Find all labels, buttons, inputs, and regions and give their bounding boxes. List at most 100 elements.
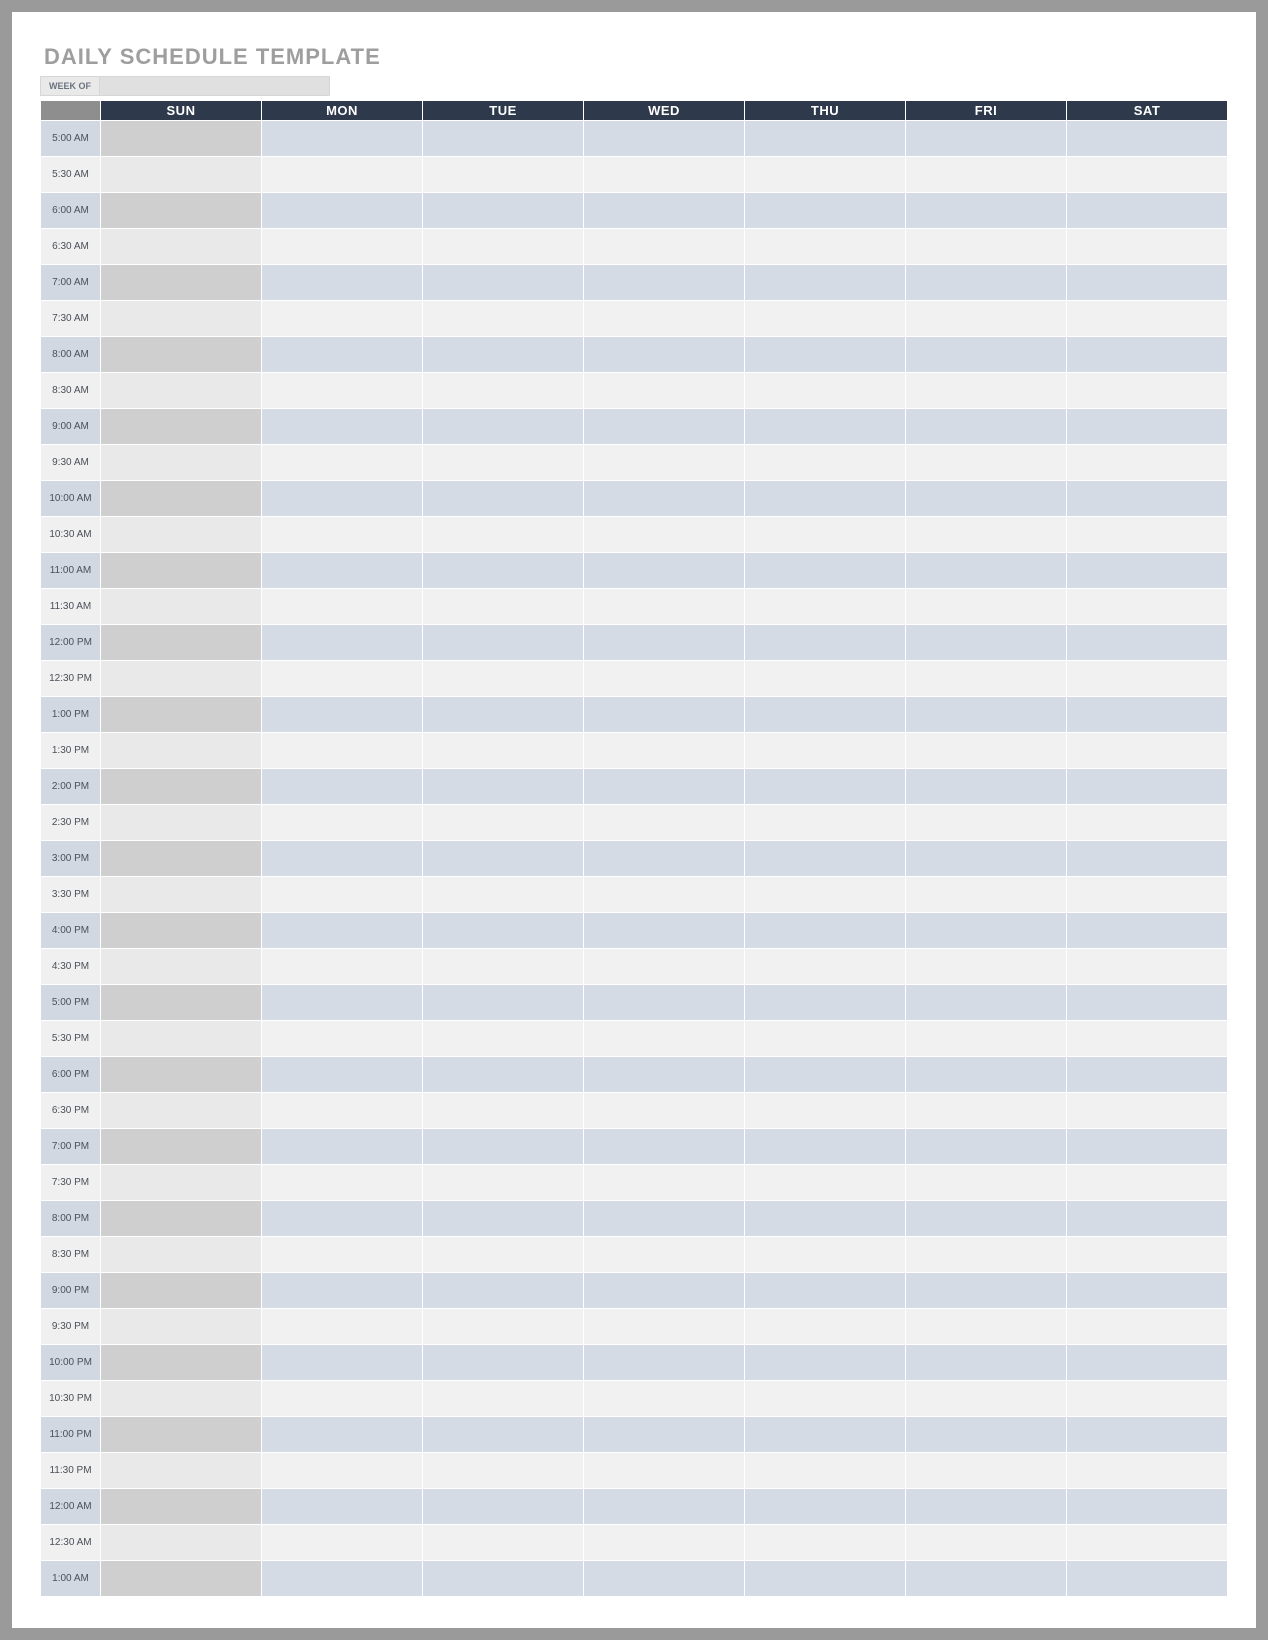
schedule-cell[interactable] [423, 1417, 584, 1453]
schedule-cell[interactable] [906, 1129, 1067, 1165]
schedule-cell[interactable] [423, 769, 584, 805]
schedule-cell[interactable] [101, 1525, 262, 1561]
schedule-cell[interactable] [745, 841, 906, 877]
schedule-cell[interactable] [584, 769, 745, 805]
schedule-cell[interactable] [745, 301, 906, 337]
schedule-cell[interactable] [584, 625, 745, 661]
schedule-cell[interactable] [423, 1057, 584, 1093]
schedule-cell[interactable] [584, 373, 745, 409]
schedule-cell[interactable] [423, 1489, 584, 1525]
schedule-cell[interactable] [906, 1093, 1067, 1129]
schedule-cell[interactable] [584, 697, 745, 733]
schedule-cell[interactable] [906, 625, 1067, 661]
schedule-cell[interactable] [262, 409, 423, 445]
schedule-cell[interactable] [1067, 1345, 1228, 1381]
schedule-cell[interactable] [745, 985, 906, 1021]
schedule-cell[interactable] [1067, 1057, 1228, 1093]
schedule-cell[interactable] [101, 733, 262, 769]
schedule-cell[interactable] [1067, 337, 1228, 373]
schedule-cell[interactable] [745, 373, 906, 409]
schedule-cell[interactable] [262, 697, 423, 733]
schedule-cell[interactable] [423, 697, 584, 733]
schedule-cell[interactable] [906, 1057, 1067, 1093]
schedule-cell[interactable] [423, 913, 584, 949]
schedule-cell[interactable] [101, 949, 262, 985]
schedule-cell[interactable] [262, 553, 423, 589]
schedule-cell[interactable] [262, 229, 423, 265]
schedule-cell[interactable] [423, 1021, 584, 1057]
schedule-cell[interactable] [906, 445, 1067, 481]
schedule-cell[interactable] [1067, 1561, 1228, 1597]
schedule-cell[interactable] [262, 1201, 423, 1237]
schedule-cell[interactable] [101, 481, 262, 517]
schedule-cell[interactable] [262, 1309, 423, 1345]
schedule-cell[interactable] [423, 1561, 584, 1597]
schedule-cell[interactable] [423, 877, 584, 913]
schedule-cell[interactable] [745, 1489, 906, 1525]
schedule-cell[interactable] [745, 1453, 906, 1489]
schedule-cell[interactable] [906, 337, 1067, 373]
schedule-cell[interactable] [745, 481, 906, 517]
schedule-cell[interactable] [906, 1525, 1067, 1561]
schedule-cell[interactable] [745, 913, 906, 949]
schedule-cell[interactable] [745, 949, 906, 985]
schedule-cell[interactable] [262, 1093, 423, 1129]
schedule-cell[interactable] [262, 301, 423, 337]
schedule-cell[interactable] [584, 877, 745, 913]
schedule-cell[interactable] [745, 805, 906, 841]
schedule-cell[interactable] [906, 1345, 1067, 1381]
schedule-cell[interactable] [1067, 841, 1228, 877]
schedule-cell[interactable] [906, 1489, 1067, 1525]
schedule-cell[interactable] [1067, 805, 1228, 841]
schedule-cell[interactable] [1067, 697, 1228, 733]
schedule-cell[interactable] [1067, 553, 1228, 589]
schedule-cell[interactable] [423, 949, 584, 985]
schedule-cell[interactable] [1067, 589, 1228, 625]
schedule-cell[interactable] [423, 265, 584, 301]
schedule-cell[interactable] [906, 301, 1067, 337]
schedule-cell[interactable] [101, 589, 262, 625]
schedule-cell[interactable] [906, 697, 1067, 733]
schedule-cell[interactable] [101, 1093, 262, 1129]
schedule-cell[interactable] [1067, 409, 1228, 445]
schedule-cell[interactable] [262, 805, 423, 841]
schedule-cell[interactable] [101, 1201, 262, 1237]
schedule-cell[interactable] [423, 409, 584, 445]
schedule-cell[interactable] [745, 337, 906, 373]
schedule-cell[interactable] [584, 949, 745, 985]
schedule-cell[interactable] [262, 661, 423, 697]
schedule-cell[interactable] [906, 1273, 1067, 1309]
schedule-cell[interactable] [745, 229, 906, 265]
schedule-cell[interactable] [584, 1273, 745, 1309]
schedule-cell[interactable] [1067, 517, 1228, 553]
schedule-cell[interactable] [1067, 1237, 1228, 1273]
schedule-cell[interactable] [262, 1525, 423, 1561]
schedule-cell[interactable] [262, 1453, 423, 1489]
schedule-cell[interactable] [423, 1309, 584, 1345]
schedule-cell[interactable] [262, 373, 423, 409]
schedule-cell[interactable] [584, 229, 745, 265]
schedule-cell[interactable] [262, 481, 423, 517]
schedule-cell[interactable] [101, 373, 262, 409]
schedule-cell[interactable] [584, 841, 745, 877]
schedule-cell[interactable] [101, 445, 262, 481]
schedule-cell[interactable] [101, 1165, 262, 1201]
schedule-cell[interactable] [745, 1273, 906, 1309]
schedule-cell[interactable] [1067, 661, 1228, 697]
schedule-cell[interactable] [1067, 445, 1228, 481]
schedule-cell[interactable] [584, 1453, 745, 1489]
schedule-cell[interactable] [101, 625, 262, 661]
schedule-cell[interactable] [745, 1525, 906, 1561]
schedule-cell[interactable] [1067, 733, 1228, 769]
schedule-cell[interactable] [262, 157, 423, 193]
schedule-cell[interactable] [101, 517, 262, 553]
schedule-cell[interactable] [101, 769, 262, 805]
schedule-cell[interactable] [262, 1489, 423, 1525]
schedule-cell[interactable] [1067, 1489, 1228, 1525]
schedule-cell[interactable] [423, 589, 584, 625]
schedule-cell[interactable] [262, 193, 423, 229]
schedule-cell[interactable] [745, 553, 906, 589]
schedule-cell[interactable] [1067, 985, 1228, 1021]
schedule-cell[interactable] [1067, 625, 1228, 661]
schedule-cell[interactable] [262, 445, 423, 481]
